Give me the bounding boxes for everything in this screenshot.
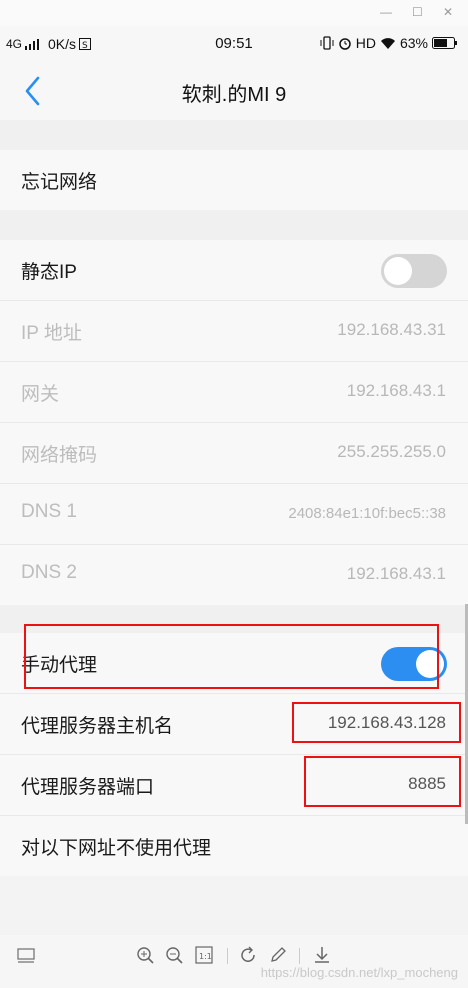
viewer-toolbar: 1:1 https://blog.csdn.net/lxp_mocheng xyxy=(0,935,468,988)
highlight-proxy-port xyxy=(304,756,461,807)
download-icon[interactable] xyxy=(313,946,331,964)
dns2-label: DNS 2 xyxy=(21,562,77,583)
gateway-label: 网关 xyxy=(21,384,60,405)
ip-address-label: IP 地址 xyxy=(21,323,82,344)
close-icon[interactable]: ✕ xyxy=(443,4,453,20)
dns1-value: 2408:84e1:10f:bec5::38 xyxy=(288,505,446,522)
vibrate-icon xyxy=(320,36,334,50)
edit-pencil-icon[interactable] xyxy=(269,946,287,964)
alarm-icon xyxy=(338,38,351,50)
dns1-row: DNS 1 2408:84e1:10f:bec5::38 xyxy=(0,484,468,545)
proxy-bypass-label: 对以下网址不使用代理 xyxy=(21,838,212,859)
dns2-value: 192.168.43.1 xyxy=(346,564,446,583)
netmask-label: 网络掩码 xyxy=(21,445,98,466)
forget-network-row[interactable]: 忘记网络 xyxy=(0,150,468,210)
status-bar: 4G 0K/s S 09:51 HD 63% xyxy=(0,26,468,62)
actual-size-icon[interactable]: 1:1 xyxy=(195,946,213,964)
dns1-label: DNS 1 xyxy=(21,501,77,522)
gateway-row: 网关 192.168.43.1 xyxy=(0,362,468,423)
proxy-port-label: 代理服务器端口 xyxy=(21,777,155,798)
forget-network-label: 忘记网络 xyxy=(21,172,98,193)
page-title: 软刺.的MI 9 xyxy=(181,84,287,106)
gateway-value: 192.168.43.1 xyxy=(346,381,446,400)
minimize-icon[interactable]: — xyxy=(380,4,392,20)
proxy-bypass-row[interactable]: 对以下网址不使用代理 xyxy=(0,816,468,876)
netmask-row: 网络掩码 255.255.255.0 xyxy=(0,423,468,484)
static-ip-row: 静态IP xyxy=(0,240,468,301)
netmask-value: 255.255.255.0 xyxy=(337,442,446,461)
maximize-icon[interactable]: ☐ xyxy=(412,4,423,20)
watermark: https://blog.csdn.net/lxp_mocheng xyxy=(260,965,458,980)
static-ip-toggle[interactable] xyxy=(381,254,447,288)
wifi-icon xyxy=(380,37,395,49)
battery-percent: 63% xyxy=(399,35,428,51)
header: 软刺.的MI 9 xyxy=(0,62,468,120)
battery-icon xyxy=(432,37,457,49)
hd-badge: HD xyxy=(355,35,376,51)
svg-text:1:1: 1:1 xyxy=(199,952,212,961)
proxy-host-label: 代理服务器主机名 xyxy=(21,716,174,737)
zoom-in-icon[interactable] xyxy=(136,946,154,964)
zoom-out-icon[interactable] xyxy=(165,946,183,964)
highlight-proxy-host xyxy=(292,702,461,743)
thumbnail-icon[interactable] xyxy=(17,948,35,964)
window-titlebar: — ☐ ✕ xyxy=(0,0,468,26)
static-ip-label: 静态IP xyxy=(21,262,77,283)
rotate-icon[interactable] xyxy=(240,946,258,964)
dns2-row: DNS 2 192.168.43.1 xyxy=(0,545,468,605)
highlight-manual-proxy xyxy=(24,624,439,689)
ip-address-row: IP 地址 192.168.43.31 xyxy=(0,301,468,362)
ip-address-value: 192.168.43.31 xyxy=(337,320,446,339)
